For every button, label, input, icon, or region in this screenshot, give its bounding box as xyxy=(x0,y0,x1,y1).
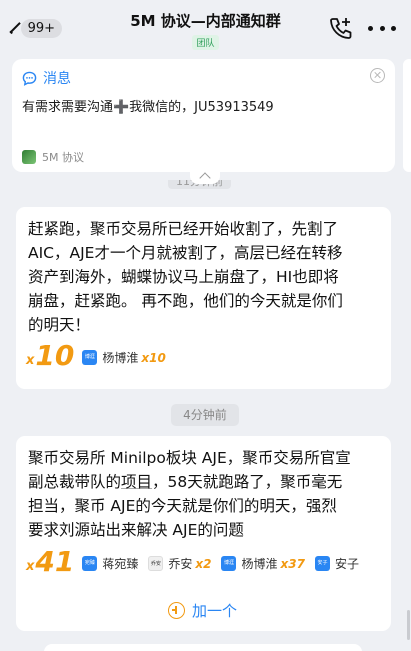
avatar: 博涯 xyxy=(82,350,98,365)
chat-bubble-icon xyxy=(22,71,37,86)
next-notice-card[interactable] xyxy=(403,59,411,172)
participant-name: 蒋宛臻 xyxy=(102,557,139,571)
notice-header: 消息 xyxy=(22,68,71,88)
avatar: 安子 xyxy=(314,556,330,571)
message-line-with-underline: 副总裁带队的项目，58天就跑路了，聚币毫无 xyxy=(28,473,343,491)
timestamp: 4分钟前 xyxy=(171,404,239,426)
notice-text: 有需求需要沟通➕我微信的，JU53913549 xyxy=(22,100,274,115)
participant-count: x2 xyxy=(195,556,212,571)
phone-plus-icon[interactable] xyxy=(328,16,354,40)
participant[interactable]: 宛臻 蒋宛臻 xyxy=(82,555,138,572)
notice-source: 5M 协议 xyxy=(22,149,84,165)
source-avatar xyxy=(22,150,36,164)
plus-one-button[interactable]: 加一个 xyxy=(168,600,237,621)
more-dots-icon[interactable] xyxy=(368,17,396,39)
participant[interactable]: 乔安 乔安 x2 xyxy=(148,555,211,572)
notice-card[interactable]: 消息 有需求需要沟通➕我微信的，JU53913549 5M 协议 xyxy=(12,59,395,172)
participant-name: 杨博淮 xyxy=(102,351,139,365)
plus-circle-icon xyxy=(168,602,185,619)
plus-one-row: x 10 博涯 杨博淮 x10 xyxy=(26,341,176,371)
scrollbar[interactable] xyxy=(407,610,410,640)
plus-total: x 41 xyxy=(26,545,75,578)
participant[interactable]: 博涯 杨博淮 x10 xyxy=(82,349,166,366)
notice-source-label: 5M 协议 xyxy=(42,151,84,164)
avatar: 博涯 xyxy=(221,556,237,571)
close-icon[interactable] xyxy=(370,68,385,83)
message-card[interactable]: 赶紧跑，聚币交易所已经开始收割了，先割了 AIC，AJE才一个月就被割了，高层已… xyxy=(16,207,391,389)
collapse-notice-button[interactable] xyxy=(190,170,220,184)
plus-total: x 10 xyxy=(26,339,75,372)
group-tag: 团队 xyxy=(192,35,219,50)
notice-title: 消息 xyxy=(43,71,71,87)
participant-name: 乔安 xyxy=(168,557,193,571)
chat-header: 99+ 5M 协议—内部通知群 团队 xyxy=(0,0,411,56)
avatar: 乔安 xyxy=(148,556,164,571)
participant[interactable]: 博涯 杨博淮 x37 xyxy=(221,555,305,572)
participant-name: 安子 xyxy=(334,557,359,571)
message-text: 赶紧跑，聚币交易所已经开始收割了，先割了 AIC，AJE才一个月就被割了，高层已… xyxy=(28,220,343,334)
participant[interactable]: 安子 安子 xyxy=(314,555,359,572)
plus-one-label: 加一个 xyxy=(192,602,238,620)
plus-one-row: x 41 宛臻 蒋宛臻 乔安 乔安 x2 博涯 杨博淮 x37 安子 安子 xyxy=(26,547,369,577)
next-message-card[interactable] xyxy=(44,644,362,651)
participant-count: x10 xyxy=(141,350,166,365)
participant-count: x37 xyxy=(280,556,305,571)
participant-name: 杨博淮 xyxy=(241,557,278,571)
message-card[interactable]: 聚币交易所 Minilpo板块 AJE，聚币交易所官宣 副总裁带队的项目，58天… xyxy=(16,436,391,631)
avatar: 宛臻 xyxy=(82,556,98,571)
message-text: 聚币交易所 Minilpo板块 AJE，聚币交易所官宣 副总裁带队的项目，58天… xyxy=(28,446,380,542)
